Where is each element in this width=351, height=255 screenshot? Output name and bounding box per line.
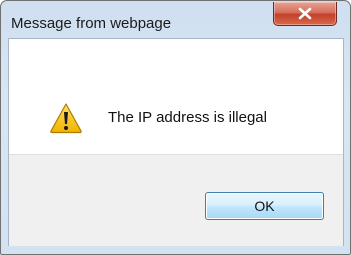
close-button[interactable] <box>273 2 337 26</box>
message-dialog: Message from webpage The IP address is i… <box>0 0 351 255</box>
dialog-message: The IP address is illegal <box>108 109 267 126</box>
button-bar: OK <box>9 154 343 246</box>
dialog-title: Message from webpage <box>11 15 172 32</box>
close-icon <box>298 7 312 20</box>
message-area: The IP address is illegal <box>9 39 343 154</box>
ok-button[interactable]: OK <box>205 192 324 220</box>
warning-icon <box>50 103 82 134</box>
title-bar[interactable]: Message from webpage <box>1 1 350 37</box>
dialog-body: The IP address is illegal OK <box>8 38 344 246</box>
